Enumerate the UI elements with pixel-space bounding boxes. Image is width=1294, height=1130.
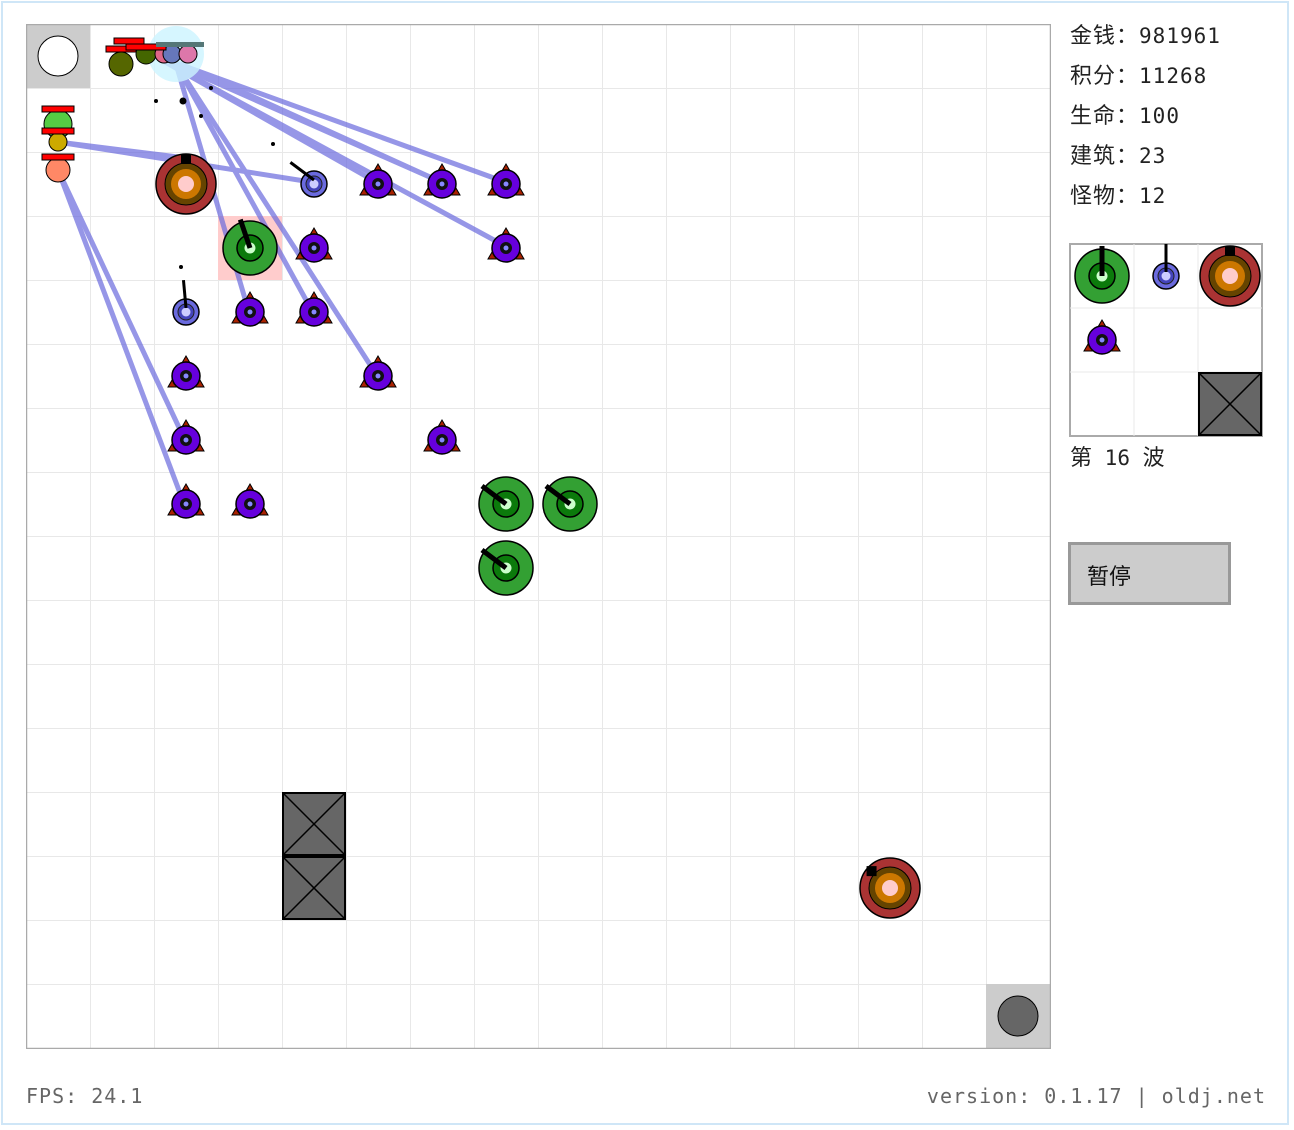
stat-score-value: 11268 — [1139, 64, 1208, 88]
tower-wall — [282, 856, 346, 920]
palette-canvas[interactable] — [1069, 243, 1264, 438]
monster-hp-bar — [156, 42, 204, 47]
circle-portal-entrance-icon — [37, 35, 79, 77]
stat-life-value: 100 — [1139, 104, 1180, 128]
pause-button-label: 暂停 — [1087, 565, 1132, 590]
tower-cannon — [542, 476, 598, 532]
stat-money-label: 金钱 — [1070, 24, 1117, 49]
version-info: version: 0.1.17 | oldj.net — [926, 1084, 1266, 1108]
stat-score: 积分：11268 — [1070, 64, 1208, 89]
board-canvas[interactable] — [26, 24, 1051, 1049]
monster — [108, 51, 134, 77]
monster — [45, 157, 71, 183]
stat-monsters: 怪物：12 — [1070, 184, 1167, 209]
monster-hp-bar — [41, 153, 75, 161]
tower-cannon — [478, 476, 534, 532]
tower-cannon — [478, 540, 534, 596]
palette-heavy-tower[interactable] — [1199, 245, 1261, 307]
stat-buildings: 建筑：23 — [1070, 144, 1167, 169]
tower-heavy — [859, 857, 921, 919]
bullet — [154, 99, 158, 103]
circle-portal-exit-icon — [997, 995, 1039, 1037]
tower-cannon — [222, 218, 278, 276]
stats-panel: 金钱：981961 积分：11268 生命：100 建筑：23 怪物：12 — [1070, 22, 1221, 222]
monster-hp-bar — [41, 105, 75, 113]
wave-number: 16 — [1104, 446, 1130, 470]
stat-money-value: 981961 — [1139, 24, 1221, 48]
monster — [48, 132, 68, 152]
monster-hp-bar — [113, 37, 145, 45]
fps-counter: FPS: 24.1 — [26, 1084, 144, 1108]
tower-heavy — [155, 153, 217, 215]
stat-life: 生命：100 — [1070, 104, 1180, 129]
game-board[interactable] — [26, 24, 1051, 1049]
bullet — [179, 265, 183, 269]
tower-wall — [282, 792, 346, 856]
monster-hp-bar — [41, 127, 75, 135]
bullet — [271, 142, 275, 146]
bullet — [199, 114, 203, 118]
bullet — [209, 86, 213, 90]
bullet — [179, 97, 187, 105]
stat-monsters-label: 怪物 — [1070, 184, 1117, 209]
wave-prefix: 第 — [1070, 446, 1093, 471]
stat-buildings-value: 23 — [1139, 144, 1167, 168]
monster — [178, 44, 198, 64]
pause-button[interactable]: 暂停 — [1068, 542, 1231, 605]
stat-buildings-label: 建筑 — [1070, 144, 1117, 169]
building-palette[interactable] — [1069, 243, 1264, 442]
stat-monsters-value: 12 — [1139, 184, 1167, 208]
wave-suffix: 波 — [1142, 446, 1165, 471]
stat-score-label: 积分 — [1070, 64, 1117, 89]
palette-wall-tower[interactable] — [1198, 372, 1262, 436]
stat-life-label: 生命 — [1070, 104, 1117, 129]
stat-money: 金钱：981961 — [1070, 24, 1221, 49]
wave-indicator: 第 16 波 — [1070, 440, 1165, 472]
